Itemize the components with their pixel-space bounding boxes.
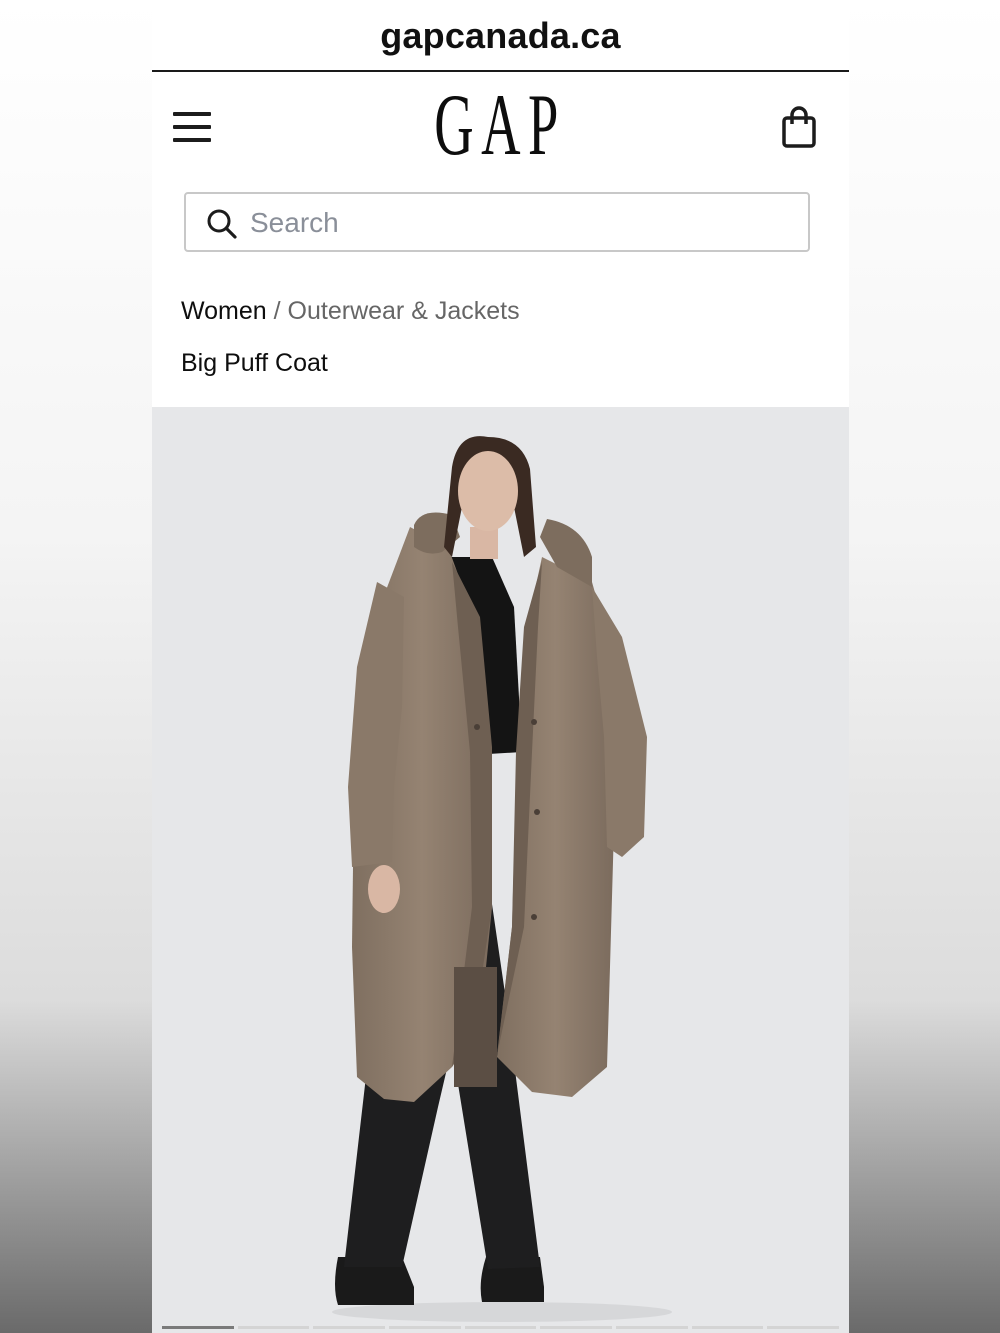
product-image[interactable]	[152, 407, 849, 1333]
carousel-dot[interactable]	[767, 1326, 840, 1329]
image-carousel-indicator[interactable]	[162, 1326, 840, 1329]
search-icon	[207, 209, 237, 239]
breadcrumb: Women / Outerwear & Jackets	[181, 297, 520, 326]
url-text[interactable]: gapcanada.ca	[152, 15, 849, 57]
search-input[interactable]	[248, 200, 792, 246]
carousel-dot-active[interactable]	[162, 1326, 234, 1329]
site-header: GAP	[152, 72, 849, 182]
breadcrumb-women-link[interactable]: Women	[181, 297, 267, 325]
carousel-dot[interactable]	[313, 1326, 386, 1329]
gap-logo[interactable]: GAP	[390, 80, 610, 172]
logo-text: GAP	[434, 77, 566, 174]
hamburger-menu-icon[interactable]	[173, 112, 213, 142]
search-bar[interactable]	[184, 192, 810, 252]
mobile-page: gapcanada.ca GAP Women / Outerwear & Jac…	[152, 0, 849, 1333]
shopping-bag-icon[interactable]	[780, 106, 818, 148]
carousel-dot[interactable]	[616, 1326, 688, 1329]
browser-address-bar[interactable]: gapcanada.ca	[152, 0, 849, 72]
breadcrumb-separator: /	[273, 297, 288, 325]
carousel-dot[interactable]	[389, 1326, 461, 1329]
carousel-dot[interactable]	[237, 1326, 310, 1329]
carousel-dot[interactable]	[691, 1326, 764, 1329]
product-photo-illustration	[332, 436, 672, 1322]
carousel-dot[interactable]	[540, 1326, 613, 1329]
carousel-dot[interactable]	[464, 1326, 537, 1329]
product-title: Big Puff Coat	[181, 349, 328, 377]
breadcrumb-outerwear-link[interactable]: Outerwear & Jackets	[288, 297, 520, 325]
